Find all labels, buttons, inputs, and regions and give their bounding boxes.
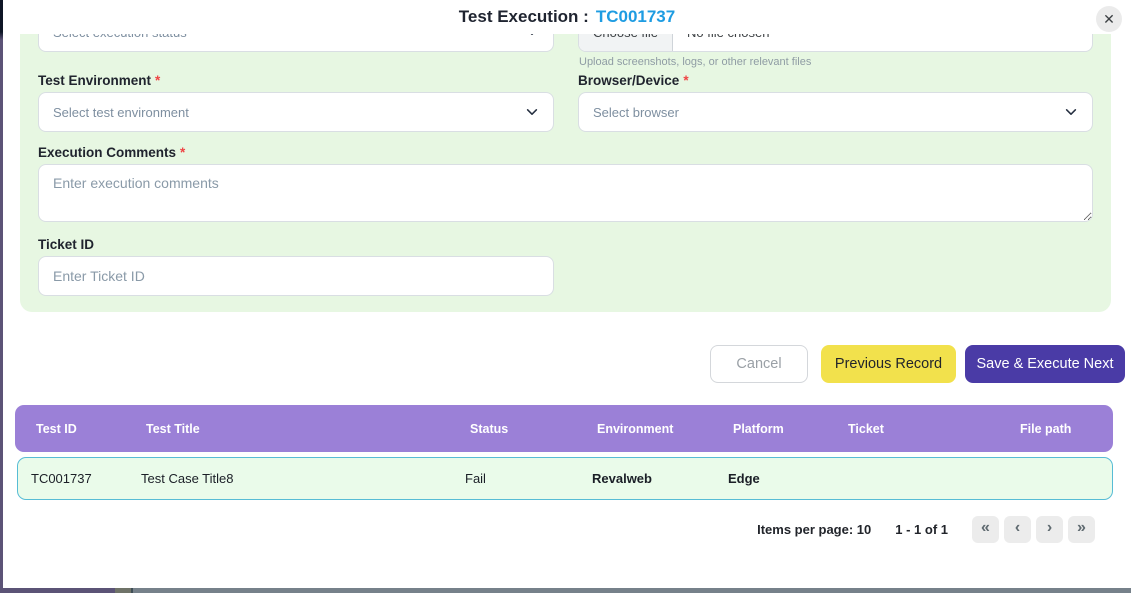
items-per-page-label: Items per page: 10	[757, 522, 871, 537]
chevron-down-icon	[525, 105, 539, 119]
close-button[interactable]: ✕	[1096, 6, 1122, 32]
cell-test-title: Test Case Title8	[141, 471, 465, 486]
column-header-platform: Platform	[733, 422, 848, 436]
browser-device-select[interactable]: Select browser	[578, 92, 1093, 132]
ticket-id-label: Ticket ID	[38, 237, 94, 252]
modal-title-prefix: Test Execution :	[459, 7, 589, 27]
attachment-helper-text: Upload screenshots, logs, or other relev…	[579, 56, 811, 68]
test-environment-label: Test Environment *	[38, 73, 160, 88]
next-page-button[interactable]: ›	[1036, 516, 1063, 543]
browser-device-label: Browser/Device *	[578, 73, 689, 88]
test-execution-modal: Test Execution : TC001737 ✕ Select execu…	[0, 0, 1131, 593]
modal-title-testcase-id: TC001737	[596, 7, 675, 27]
execution-comments-label: Execution Comments *	[38, 145, 185, 160]
required-asterisk: *	[683, 73, 688, 88]
test-environment-select[interactable]: Select test environment	[38, 92, 554, 132]
table-row[interactable]: TC001737 Test Case Title8 Fail Revalweb …	[17, 457, 1113, 500]
page-range-label: 1 - 1 of 1	[895, 522, 948, 537]
column-header-test-id: Test ID	[36, 422, 146, 436]
ticket-id-input[interactable]	[38, 256, 554, 296]
column-header-status: Status	[470, 422, 597, 436]
column-header-ticket: Ticket	[848, 422, 1020, 436]
required-asterisk: *	[180, 145, 185, 160]
test-environment-placeholder: Select test environment	[53, 105, 525, 120]
cell-status: Fail	[465, 471, 592, 486]
column-header-file-path: File path	[1020, 422, 1113, 436]
paginator: Items per page: 10 1 - 1 of 1 « ‹ › »	[757, 514, 1095, 544]
browser-device-placeholder: Select browser	[593, 105, 1064, 120]
previous-page-button[interactable]: ‹	[1004, 516, 1031, 543]
modal-title: Test Execution : TC001737	[459, 7, 675, 27]
bottom-edge-segment	[115, 588, 131, 593]
bottom-edge-segment	[133, 588, 1131, 593]
results-table-header: Test ID Test Title Status Environment Pl…	[15, 405, 1113, 452]
test-environment-label-text: Test Environment	[38, 73, 151, 88]
background-page-bottom-edge	[0, 588, 1131, 593]
last-page-button[interactable]: »	[1068, 516, 1095, 543]
cell-platform: Edge	[728, 471, 843, 486]
cancel-button[interactable]: Cancel	[710, 345, 808, 383]
browser-device-label-text: Browser/Device	[578, 73, 679, 88]
last-page-icon: »	[1077, 519, 1086, 537]
column-header-environment: Environment	[597, 422, 733, 436]
required-asterisk: *	[155, 73, 160, 88]
previous-record-button[interactable]: Previous Record	[821, 345, 956, 383]
chevron-down-icon	[1064, 105, 1078, 119]
save-execute-next-button[interactable]: Save & Execute Next	[965, 345, 1125, 383]
previous-page-icon: ‹	[1015, 519, 1020, 537]
modal-titlebar: Test Execution : TC001737	[3, 0, 1131, 34]
background-page-left-edge	[0, 0, 3, 593]
bottom-edge-segment	[0, 588, 115, 593]
cell-environment: Revalweb	[592, 471, 728, 486]
first-page-icon: «	[981, 519, 990, 537]
close-icon: ✕	[1103, 11, 1115, 28]
paginator-buttons: « ‹ › »	[972, 516, 1095, 543]
execution-comments-textarea[interactable]	[38, 164, 1093, 222]
column-header-test-title: Test Title	[146, 422, 470, 436]
first-page-button[interactable]: «	[972, 516, 999, 543]
cell-test-id: TC001737	[31, 471, 141, 486]
execution-comments-label-text: Execution Comments	[38, 145, 176, 160]
next-page-icon: ›	[1047, 519, 1052, 537]
